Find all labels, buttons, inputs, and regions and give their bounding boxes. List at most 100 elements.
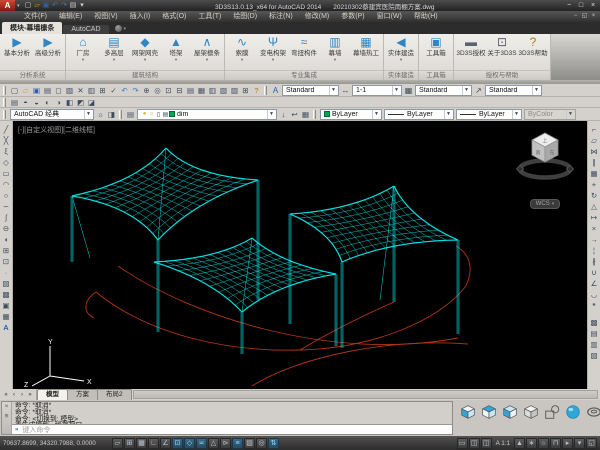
ribbon-tab-autocad[interactable]: AutoCAD [63,25,108,34]
help-icon[interactable]: ? [251,85,262,96]
copy-icon[interactable]: ▥ [86,85,97,96]
multiline-text-icon[interactable]: A [1,322,12,333]
plot-preview-icon[interactable]: ◻ [53,85,64,96]
publish-icon[interactable]: ▧ [64,85,75,96]
cone-icon[interactable] [501,403,519,421]
menu-item-1[interactable]: 编辑(E) [53,11,88,22]
chevron-down-icon[interactable]: ▼ [512,110,520,119]
model-space-icon[interactable]: ▭ [457,438,468,449]
workspace-select[interactable]: AutoCAD 经典▼ [10,109,94,120]
zoom-window-icon[interactable]: ⊡ [163,85,174,96]
send-to-back-icon[interactable]: ▤ [589,328,600,339]
infer-constraints-icon[interactable]: ▱ [112,438,123,449]
application-status-menu-icon[interactable]: ▾ [574,438,585,449]
curved-member-button[interactable]: ≈弯扭构件 [289,35,319,58]
quick-view-layouts-icon[interactable]: ◫ [469,438,480,449]
dimension-style-select[interactable]: 1-1▼ [352,85,402,96]
next-tab-icon[interactable]: › [18,390,26,400]
chevron-down-icon[interactable]: ▼ [392,86,400,95]
point-icon[interactable]: · [1,267,12,278]
table-style-select[interactable]: Standard▼ [415,85,472,96]
layer-previous-icon[interactable]: ↩ [289,109,300,120]
application-menu-arrow-icon[interactable]: ▾ [15,3,22,9]
trim-icon[interactable]: × [589,223,600,234]
stretch-icon[interactable]: ↦ [589,212,600,223]
layout-tab-0[interactable]: 模型 [37,389,68,400]
mirror-icon[interactable]: ⋈ [589,146,600,157]
front-view-icon[interactable]: ◧ [64,97,75,108]
workspace-settings-icon[interactable]: ☼ [95,109,106,120]
break-icon[interactable]: ∦ [589,256,600,267]
bring-to-front-icon[interactable]: ▩ [589,317,600,328]
dynamic-input-icon[interactable]: ⊳ [220,438,231,449]
toolbar-grip[interactable] [313,110,316,119]
quick-view-drawings-icon[interactable]: ◫ [481,438,492,449]
chevron-down-icon[interactable]: ▼ [532,86,540,95]
snap-mode-icon[interactable]: ⊞ [124,438,135,449]
application-menu-icon[interactable]: A [0,0,15,11]
tower-button[interactable]: ▲塔架▾ [161,35,191,62]
array-icon[interactable]: ▦ [589,168,600,179]
undo-icon[interactable]: ↶ [51,0,60,11]
properties-icon[interactable]: ▤ [185,85,196,96]
fillet-icon[interactable]: ◡ [589,289,600,300]
command-input[interactable]: » 键入命令 [12,424,452,434]
close-command-icon[interactable]: × [5,403,9,410]
se-isometric-icon[interactable]: ◪ [86,97,97,108]
basic-analysis-button[interactable]: ▶基本分析 [2,35,32,58]
viewport-controls[interactable]: [-][自定义视图][二维线框] [18,125,95,135]
open-icon[interactable]: ▱ [20,85,31,96]
multileader-style-select[interactable]: Standard▼ [485,85,542,96]
tool-palettes-icon[interactable]: ▥ [207,85,218,96]
polyline-icon[interactable]: ξ [1,146,12,157]
help-button[interactable]: ?3D3S帮助 [518,35,548,58]
layer-select[interactable]: ● ☼ ▯ ▤ dim ▼ [137,109,277,120]
object-snap-tracking-icon[interactable]: ≍ [196,438,207,449]
menu-item-5[interactable]: 工具(T) [192,11,227,22]
torus-icon[interactable] [585,403,600,421]
last-tab-icon[interactable]: » [26,390,34,400]
chamfer-icon[interactable]: ∠ [589,278,600,289]
text-style-select[interactable]: Standard▼ [282,85,339,96]
named-views-icon[interactable]: ▤ [9,97,20,108]
copy-object-icon[interactable]: ▱ [589,135,600,146]
chevron-down-icon[interactable]: ▼ [444,110,452,119]
break-at-point-icon[interactable]: ¦ [589,245,600,256]
plot-icon[interactable]: ▤ [69,0,78,11]
menu-item-6[interactable]: 绘图(D) [227,11,263,22]
explode-icon[interactable]: * [589,300,600,311]
chevron-down-icon[interactable]: ▼ [267,110,275,119]
save-icon[interactable]: ▣ [31,85,42,96]
license-button[interactable]: ▬3D3S授权 [456,35,486,58]
match-properties-icon[interactable]: ✓ [108,85,119,96]
horizontal-scrollbar[interactable] [133,390,598,399]
scale-icon[interactable]: △ [589,201,600,212]
auto-annotation-scale-icon[interactable]: ∗ [526,438,537,449]
construction-line-icon[interactable]: ╳ [1,135,12,146]
table-icon[interactable]: ▦ [1,311,12,322]
erase-icon[interactable]: ⌐ [589,124,600,135]
sheet-set-manager-icon[interactable]: ▧ [218,85,229,96]
menu-item-4[interactable]: 格式(O) [156,11,192,22]
ribbon-tab-module[interactable]: 模块-幕墙檩条 [2,22,62,34]
restore-icon[interactable]: ◱ [580,11,589,22]
menu-item-2[interactable]: 视图(V) [88,11,123,22]
object-snap-icon[interactable]: ⊡ [172,438,183,449]
cut-icon[interactable]: ✕ [75,85,86,96]
layer-properties-manager-icon[interactable]: ▤ [125,109,136,120]
wedge-icon[interactable] [480,403,498,421]
hardware-acceleration-icon[interactable]: ▸ [562,438,573,449]
right-view-icon[interactable]: ◑ [53,97,64,108]
prev-tab-icon[interactable]: ‹ [10,390,18,400]
sw-isometric-icon[interactable]: ◩ [75,97,86,108]
quick-properties-icon[interactable]: ◎ [256,438,267,449]
redo-icon[interactable]: ↷ [60,0,69,11]
offset-icon[interactable]: ∥ [589,157,600,168]
chevron-down-icon[interactable]: ▼ [372,110,380,119]
layer-plot-icon[interactable]: ▤ [162,111,169,118]
factory-button[interactable]: ⌂厂房▾ [68,35,98,62]
zoom-realtime-icon[interactable]: ◎ [152,85,163,96]
lineweight-select[interactable]: ByLayer▼ [456,109,522,120]
selection-cycling-icon[interactable]: ⇅ [268,438,279,449]
toolbox-button[interactable]: ▣工具箱 [421,35,451,58]
